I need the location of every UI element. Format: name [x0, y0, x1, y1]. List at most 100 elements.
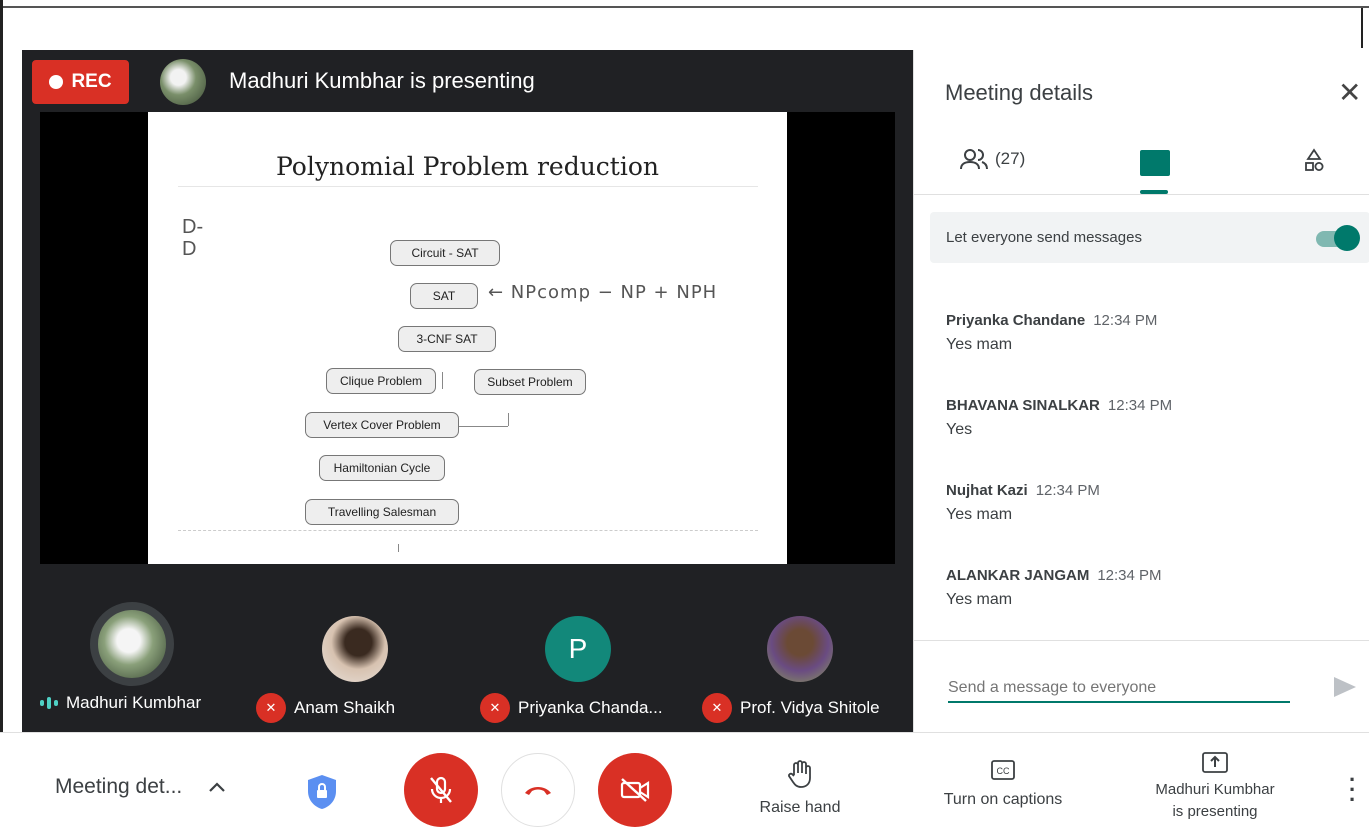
- meeting-details-panel: Meeting details ✕ (27) Let everyone send…: [913, 50, 1369, 732]
- presenter-avatar: [160, 59, 206, 105]
- chat-message: Nujhat Kazi 12:34 PM Yes mam: [946, 482, 1100, 524]
- tab-people[interactable]: (27): [959, 148, 1025, 170]
- node-vertex-cover: Vertex Cover Problem: [305, 412, 459, 438]
- panel-title: Meeting details: [945, 80, 1093, 105]
- tabs-divider: [914, 194, 1369, 195]
- message-text: Yes mam: [946, 506, 1013, 523]
- participant-tile[interactable]: ✕ Prof. Vidya Shitole: [702, 598, 913, 728]
- presenting-label-line2: is presenting: [1172, 803, 1258, 820]
- participant-name-label: Priyanka Chanda...: [518, 698, 663, 717]
- record-dot-icon: [49, 75, 64, 89]
- mic-off-icon: ✕: [480, 693, 510, 723]
- participant-avatar: [90, 602, 174, 686]
- raise-hand-button[interactable]: Raise hand: [750, 759, 850, 817]
- chat-message: BHAVANA SINALKAR 12:34 PM Yes: [946, 397, 1172, 439]
- node-hamiltonian-cycle: Hamiltonian Cycle: [319, 455, 445, 481]
- message-text: Yes mam: [946, 336, 1013, 353]
- window-left-edge: [0, 0, 3, 840]
- message-sender: Priyanka Chandane: [946, 312, 1086, 329]
- message-time: 12:34 PM: [1093, 312, 1158, 329]
- participant-name: ✕ Prof. Vidya Shitole: [702, 693, 880, 723]
- tab-activities[interactable]: [1304, 148, 1324, 180]
- node-sat: SAT: [410, 283, 478, 309]
- mic-off-icon: [430, 776, 452, 803]
- message-text: Yes mam: [946, 591, 1013, 608]
- message-sender: ALANKAR JANGAM: [946, 567, 1090, 584]
- node-3-cnf-sat: 3-CNF SAT: [398, 326, 496, 352]
- participant-tile[interactable]: P ✕ Priyanka Chanda...: [478, 598, 698, 728]
- hang-up-icon: [525, 787, 551, 795]
- window-right-edge: [1361, 8, 1363, 48]
- recording-label: REC: [71, 71, 112, 92]
- people-icon: [960, 149, 988, 170]
- participant-tile[interactable]: ✕ Anam Shaikh: [254, 598, 454, 728]
- mic-toggle-button[interactable]: [404, 753, 478, 827]
- edge: [508, 413, 509, 426]
- participant-name: ✕ Anam Shaikh: [256, 693, 395, 723]
- edge: [398, 544, 399, 552]
- hand-icon: [788, 760, 811, 788]
- meeting-details-button[interactable]: Meeting det...: [55, 775, 226, 799]
- toggle-label: Let everyone send messages: [946, 229, 1142, 246]
- message-sender: Nujhat Kazi: [946, 482, 1028, 499]
- toggle-knob[interactable]: [1334, 225, 1360, 251]
- slide-divider: [178, 186, 758, 187]
- close-icon: ✕: [1338, 77, 1362, 108]
- presenter-status: Madhuri Kumbhar is presenting: [229, 68, 535, 93]
- message-time: 12:34 PM: [1107, 397, 1173, 414]
- chat-message: ALANKAR JANGAM 12:34 PM Yes mam: [946, 567, 1162, 609]
- captions-label: Turn on captions: [943, 791, 1063, 808]
- participant-name-label: Madhuri Kumbhar: [66, 693, 202, 712]
- slide-handwriting: ← NPcomp − NP + NPH: [488, 282, 718, 303]
- chat-message: Priyanka Chandane 12:34 PM Yes mam: [946, 312, 1157, 354]
- message-sender: BHAVANA SINALKAR: [946, 397, 1100, 414]
- participant-avatar: [767, 616, 833, 682]
- camera-off-icon: [620, 778, 650, 802]
- participant-name-label: Prof. Vidya Shitole: [740, 698, 880, 717]
- security-shield-icon[interactable]: [305, 773, 339, 811]
- presenting-button[interactable]: Madhuri Kumbhar is presenting: [1134, 751, 1296, 823]
- more-vert-icon: · · ·: [1349, 767, 1357, 812]
- shared-slide: Polynomial Problem reduction D- D Circui…: [148, 112, 787, 564]
- node-clique-problem: Clique Problem: [326, 368, 436, 394]
- raise-hand-label: Raise hand: [759, 799, 841, 816]
- presentation-stage: REC Madhuri Kumbhar is presenting Polyno…: [22, 50, 913, 732]
- chat-message-input[interactable]: [948, 675, 1290, 703]
- slide-scribble: D- D: [182, 216, 204, 260]
- participant-name-label: Anam Shaikh: [294, 698, 396, 717]
- message-text: Yes: [946, 421, 973, 438]
- composer-divider: [914, 640, 1369, 641]
- presenting-label-line1: Madhuri Kumbhar: [1155, 781, 1275, 798]
- leave-call-button[interactable]: [501, 753, 575, 827]
- window-top-edge: [0, 0, 1369, 8]
- participant-name: Madhuri Kumbhar: [40, 693, 201, 713]
- send-icon[interactable]: [1334, 677, 1356, 697]
- present-screen-icon: [1202, 752, 1228, 773]
- camera-toggle-button[interactable]: [598, 753, 672, 827]
- message-time: 12:34 PM: [1035, 482, 1100, 499]
- shapes-icon: [1305, 148, 1324, 171]
- mic-off-icon: ✕: [702, 693, 732, 723]
- recording-badge: REC: [32, 60, 129, 104]
- meeting-details-label: Meeting det...: [55, 775, 183, 798]
- participant-tile[interactable]: Madhuri Kumbhar: [32, 598, 232, 728]
- tab-chat[interactable]: [1140, 150, 1170, 176]
- more-options-button[interactable]: · · ·: [1349, 769, 1356, 811]
- edge: [442, 372, 443, 389]
- captions-button[interactable]: CC Turn on captions: [928, 759, 1078, 809]
- participant-avatar: [322, 616, 388, 682]
- close-panel-button[interactable]: ✕: [1338, 76, 1361, 109]
- participant-name: ✕ Priyanka Chanda...: [480, 693, 663, 723]
- slide-footer-rule: [178, 530, 758, 531]
- message-time: 12:34 PM: [1097, 567, 1162, 584]
- node-circuit-sat: Circuit - SAT: [390, 240, 500, 266]
- slide-title: Polynomial Problem reduction: [276, 152, 659, 181]
- node-subset-problem: Subset Problem: [474, 369, 586, 395]
- chevron-up-icon: [209, 782, 226, 792]
- call-controls-bar: Meeting det... Raise hand CC Turn on cap…: [0, 732, 1369, 840]
- meet-window: REC Madhuri Kumbhar is presenting Polyno…: [0, 0, 1369, 840]
- speaking-indicator-icon: [40, 697, 58, 709]
- people-count: (27): [995, 149, 1026, 168]
- closed-captions-icon: CC: [991, 760, 1015, 780]
- participant-avatar: P: [545, 616, 611, 682]
